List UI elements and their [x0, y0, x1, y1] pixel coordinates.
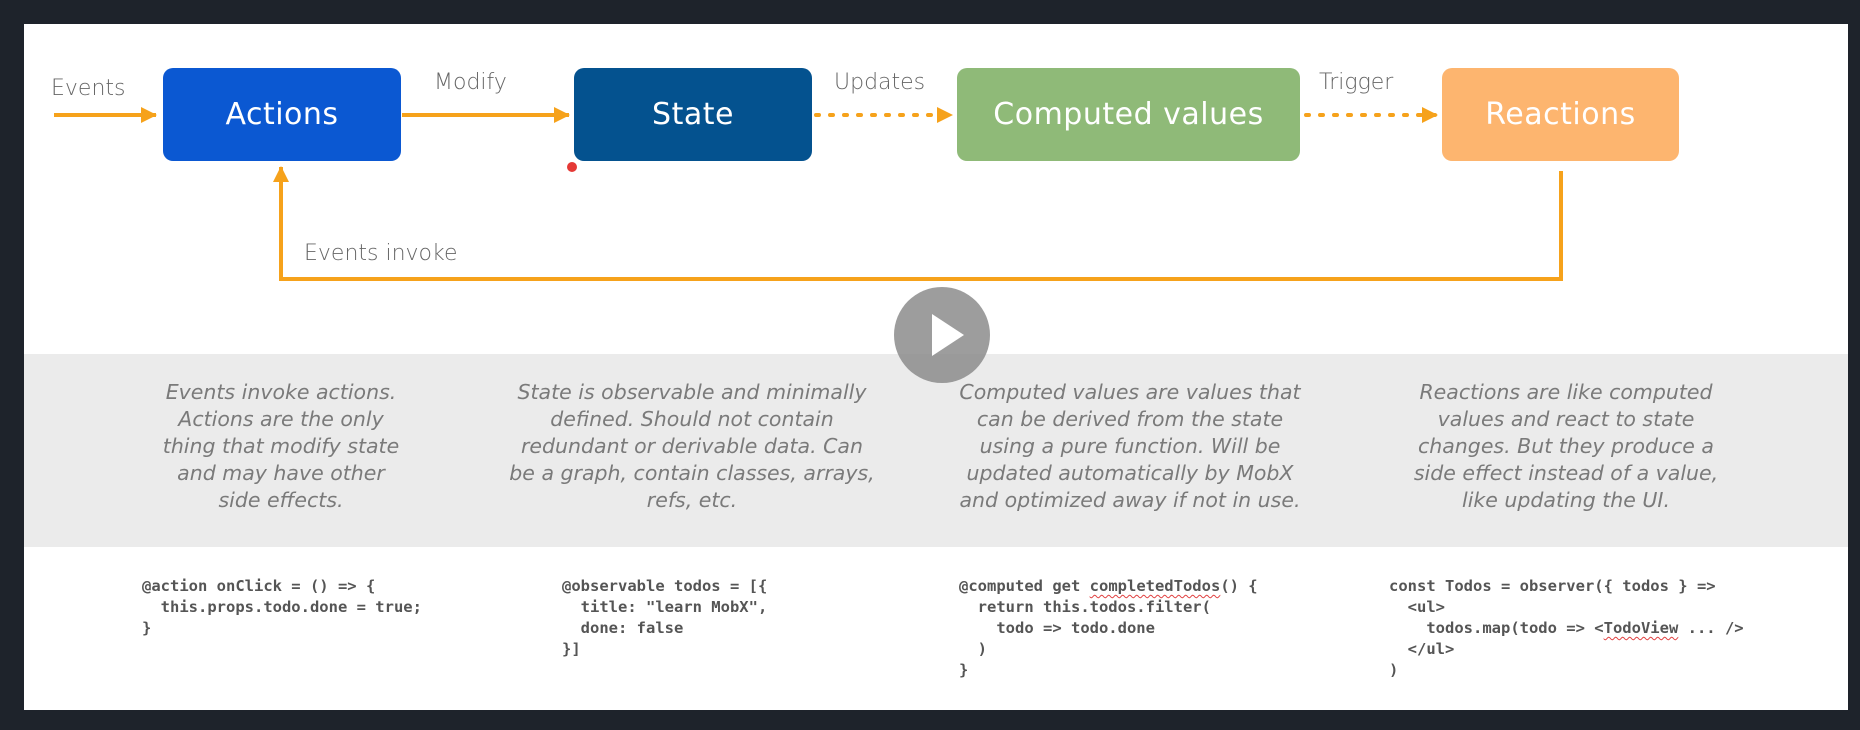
- description-actions: Events invoke actions. Actions are the o…: [162, 380, 400, 512]
- play-icon: [932, 314, 964, 356]
- code-line: }: [959, 661, 969, 679]
- description-state: State is observable and minimally define…: [509, 380, 875, 512]
- code-line: return this.todos.filter(: [959, 598, 1211, 616]
- cursor-dot: [567, 162, 577, 172]
- label-updates: Updates: [834, 70, 926, 95]
- code-line: todos.map(todo => <TodoView ... />: [1389, 619, 1744, 637]
- description-computed: Computed values are values that can be d…: [959, 380, 1301, 512]
- code-computed: @computed get completedTodos() { return …: [959, 576, 1258, 681]
- code-line: title: "learn MobX",: [562, 598, 768, 616]
- code-line: </ul>: [1389, 640, 1455, 658]
- reactions-node: Reactions: [1442, 68, 1679, 161]
- spellcheck-underline: TodoView: [1603, 619, 1679, 637]
- code-line: done: false: [562, 619, 684, 637]
- code-line: <ul>: [1389, 598, 1445, 616]
- label-modify: Modify: [434, 70, 507, 95]
- label-events: Events: [51, 76, 126, 101]
- code-line: todo => todo.done: [959, 619, 1155, 637]
- label-trigger: Trigger: [1319, 70, 1394, 95]
- spellcheck-underline: completedTodos: [1089, 577, 1221, 595]
- code-line: @observable todos = [{: [562, 577, 768, 595]
- diagram-frame: Actions State Computed values Reactions …: [24, 24, 1848, 710]
- play-button[interactable]: [894, 287, 990, 383]
- code-line: ): [1389, 661, 1399, 679]
- code-line: this.props.todo.done = true;: [142, 598, 422, 616]
- description-reactions: Reactions are like computed values and r…: [1413, 380, 1719, 512]
- code-line: @action onClick = () => {: [142, 577, 376, 595]
- code-line: const Todos = observer({ todos } =>: [1389, 577, 1716, 595]
- code-line: ): [959, 640, 987, 658]
- code-line: }: [142, 619, 152, 637]
- code-reactions: const Todos = observer({ todos } => <ul>…: [1389, 576, 1744, 681]
- code-line: @computed get completedTodos() {: [959, 577, 1258, 595]
- code-line: }]: [562, 640, 581, 658]
- arrow-events-invoke: [273, 166, 1563, 281]
- actions-node: Actions: [163, 68, 401, 161]
- computed-values-node: Computed values: [957, 68, 1300, 161]
- label-events-invoke: Events invoke: [304, 241, 458, 266]
- code-actions: @action onClick = () => { this.props.tod…: [142, 576, 422, 639]
- code-state: @observable todos = [{ title: "learn Mob…: [562, 576, 767, 660]
- state-node: State: [574, 68, 812, 161]
